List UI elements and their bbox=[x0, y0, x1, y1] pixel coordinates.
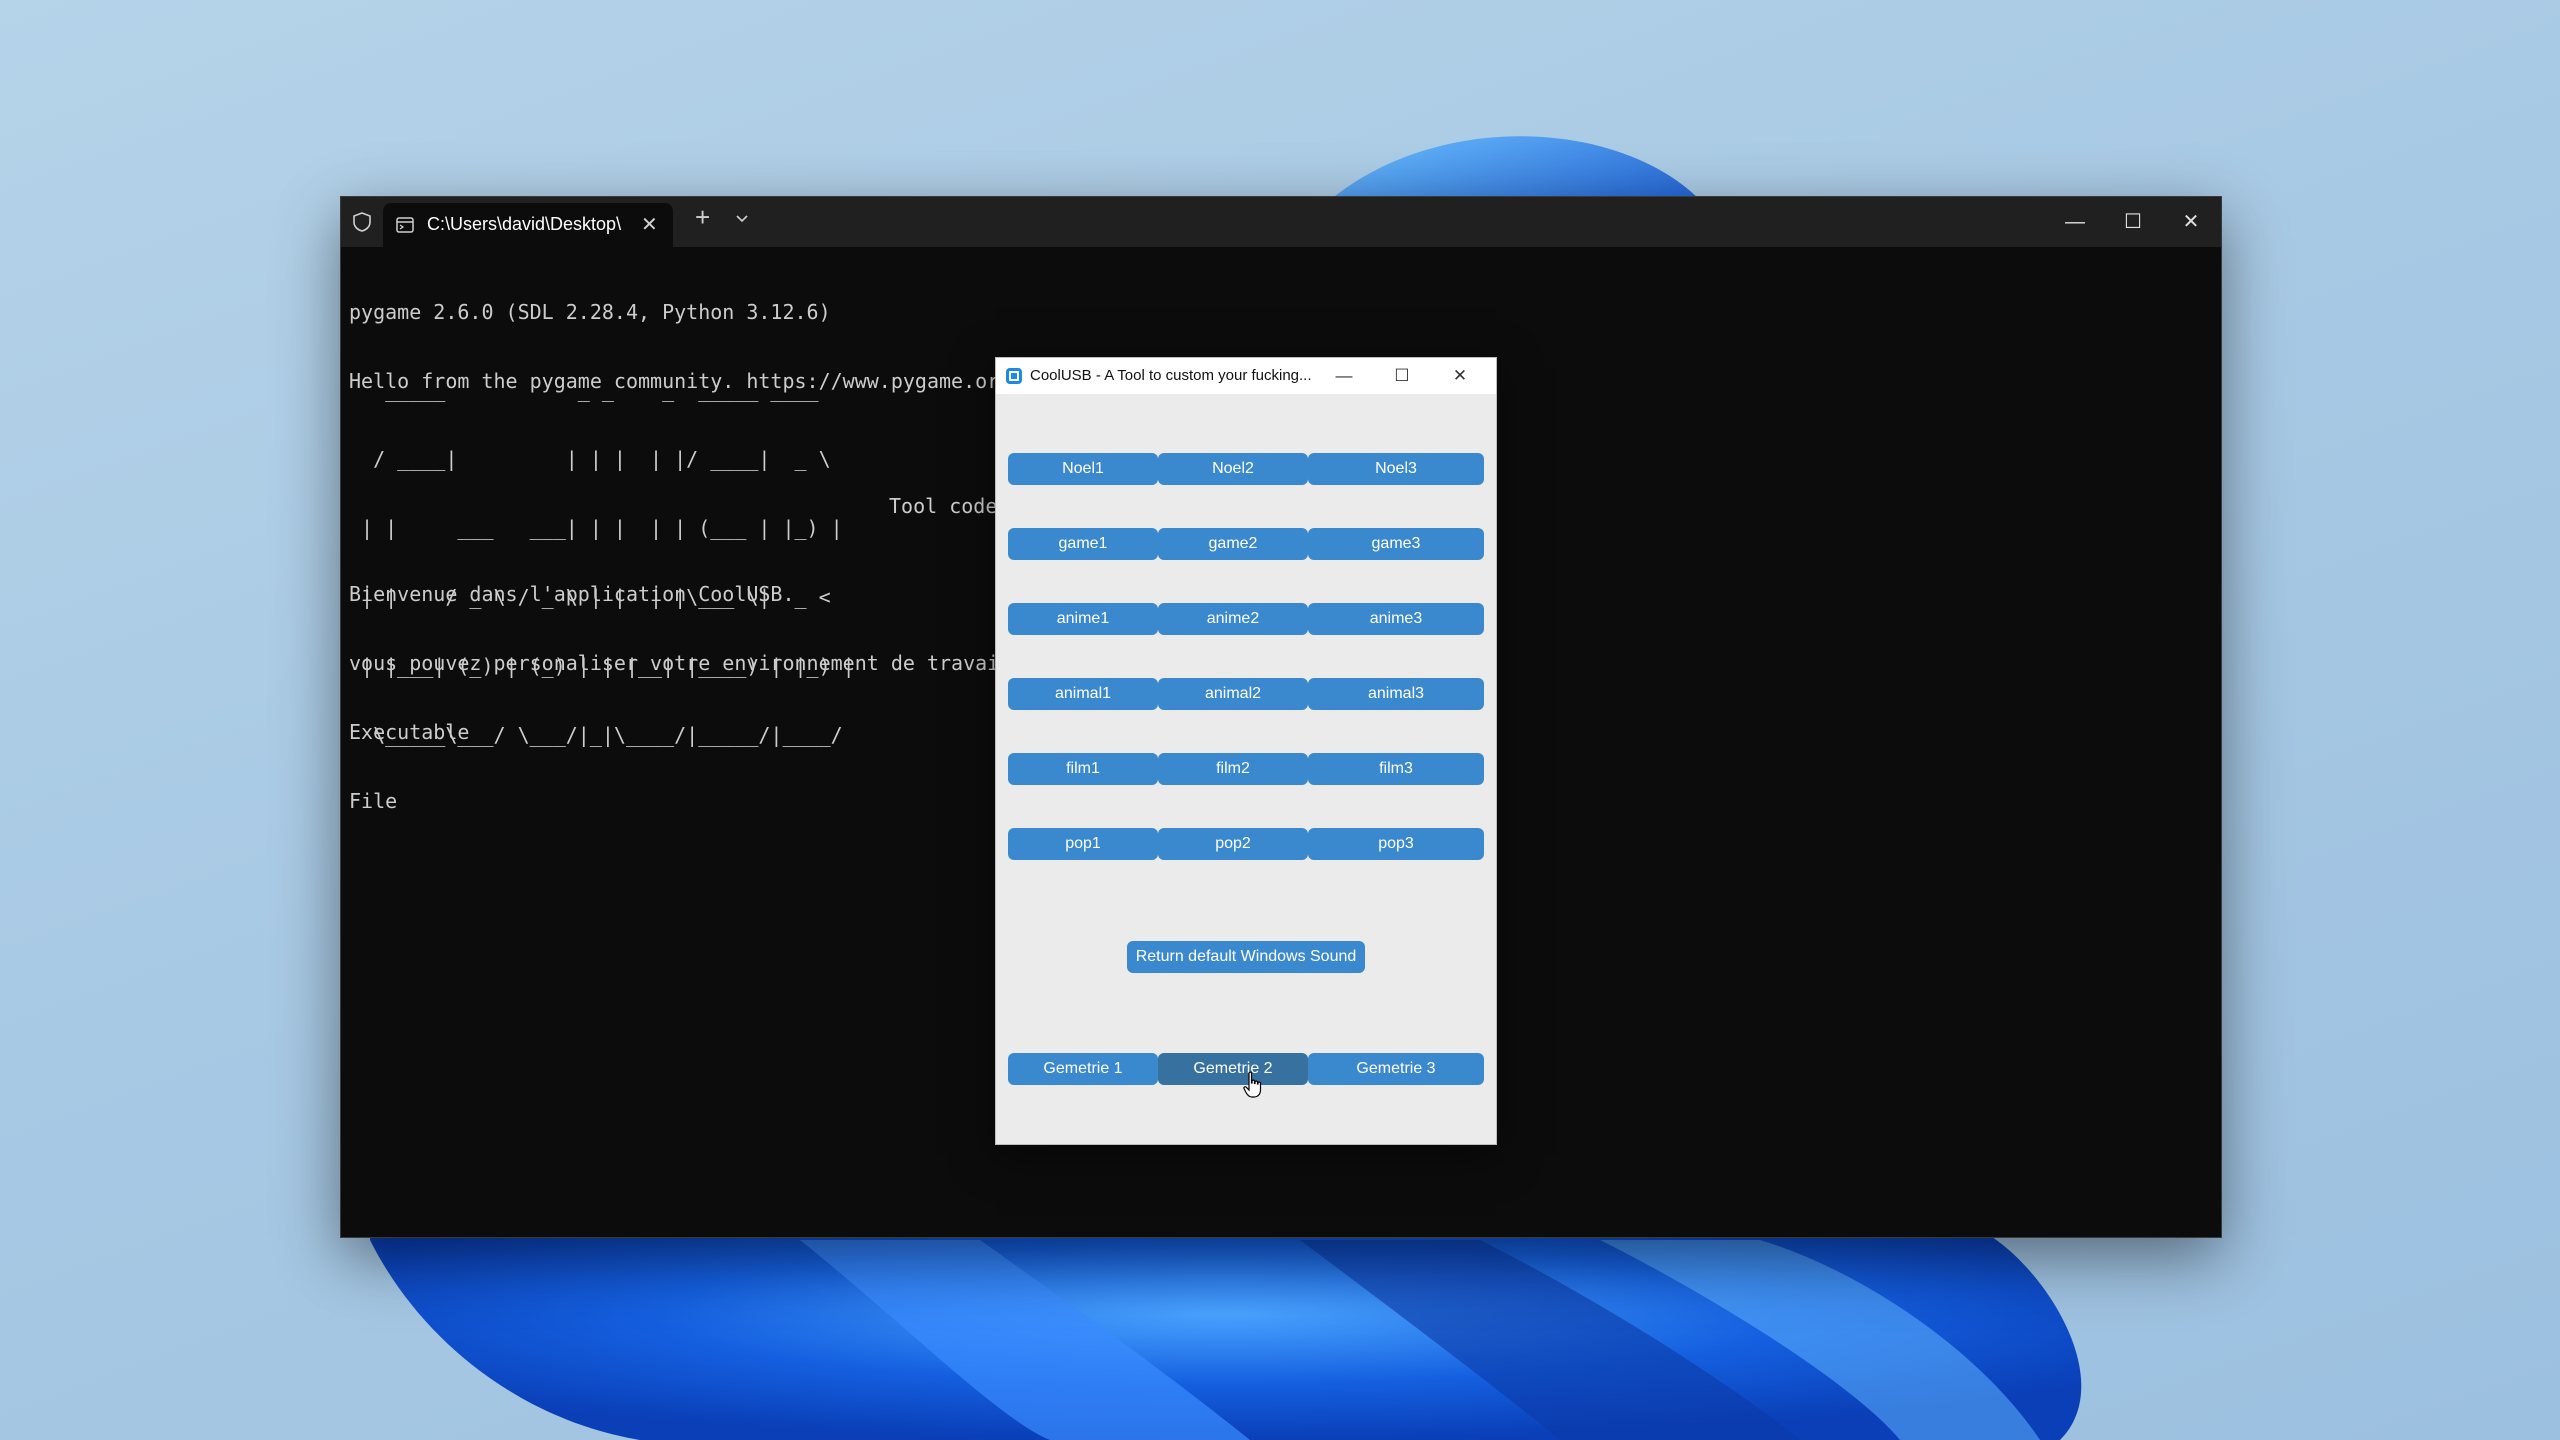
maximize-icon[interactable]: ☐ bbox=[1374, 358, 1430, 394]
film1-button[interactable]: film1 bbox=[1008, 753, 1158, 785]
ascii-line: / ____| | | | | |/ ____| _ \ bbox=[349, 447, 843, 471]
output-line: File bbox=[349, 789, 398, 813]
coolusb-window[interactable]: CoolUSB - A Tool to custom your fucking.… bbox=[995, 357, 1497, 1145]
animal3-button[interactable]: animal3 bbox=[1308, 678, 1484, 710]
terminal-titlebar[interactable]: C:\Users\david\Desktop\ ✕ + — ☐ ✕ bbox=[341, 197, 2221, 247]
maximize-icon[interactable]: ☐ bbox=[2105, 203, 2161, 241]
pop2-button[interactable]: pop2 bbox=[1158, 828, 1308, 860]
geometrie3-button[interactable]: Gemetrie 3 bbox=[1308, 1053, 1484, 1085]
output-line: vous pouvez personaliser votre environne… bbox=[349, 651, 1000, 675]
geometrie2-button[interactable]: Gemetrie 2 bbox=[1158, 1053, 1308, 1085]
close-icon[interactable]: ✕ bbox=[2163, 203, 2219, 241]
plus-icon[interactable]: + bbox=[695, 204, 710, 230]
geometrie1-button[interactable]: Gemetrie 1 bbox=[1008, 1053, 1158, 1085]
close-icon[interactable]: ✕ bbox=[1432, 358, 1488, 394]
tab-title: C:\Users\david\Desktop\ bbox=[427, 214, 622, 234]
return-default-sound-button[interactable]: Return default Windows Sound bbox=[1127, 941, 1365, 973]
chevron-down-icon[interactable] bbox=[735, 212, 749, 226]
minimize-icon[interactable]: — bbox=[1316, 358, 1372, 394]
hand-cursor-icon bbox=[1243, 1071, 1262, 1098]
output-line: pygame 2.6.0 (SDL 2.28.4, Python 3.12.6) bbox=[349, 300, 831, 324]
shield-icon[interactable] bbox=[351, 211, 373, 233]
film2-button[interactable]: film2 bbox=[1158, 753, 1308, 785]
noel2-button[interactable]: Noel2 bbox=[1158, 453, 1308, 485]
pop3-button[interactable]: pop3 bbox=[1308, 828, 1484, 860]
app-icon bbox=[1006, 368, 1022, 384]
terminal-icon bbox=[396, 217, 414, 233]
game2-button[interactable]: game2 bbox=[1158, 528, 1308, 560]
output-line: Bienvenue dans l'application CoolUSB. bbox=[349, 582, 795, 606]
game3-button[interactable]: game3 bbox=[1308, 528, 1484, 560]
tab-close-icon[interactable]: ✕ bbox=[641, 212, 658, 237]
minimize-icon[interactable]: — bbox=[2047, 203, 2103, 241]
welcome-messages: Bienvenue dans l'application CoolUSB. vo… bbox=[349, 537, 999, 859]
anime2-button[interactable]: anime2 bbox=[1158, 603, 1308, 635]
noel3-button[interactable]: Noel3 bbox=[1308, 453, 1484, 485]
tool-code-text: Tool code bbox=[889, 494, 998, 518]
film3-button[interactable]: film3 bbox=[1308, 753, 1484, 785]
anime3-button[interactable]: anime3 bbox=[1308, 603, 1484, 635]
coolusb-titlebar[interactable]: CoolUSB - A Tool to custom your fucking.… bbox=[996, 358, 1496, 394]
window-title: CoolUSB - A Tool to custom your fucking.… bbox=[1030, 367, 1312, 384]
animal2-button[interactable]: animal2 bbox=[1158, 678, 1308, 710]
animal1-button[interactable]: animal1 bbox=[1008, 678, 1158, 710]
output-line: Executable bbox=[349, 720, 470, 744]
tab-terminal[interactable]: C:\Users\david\Desktop\ ✕ bbox=[383, 203, 673, 247]
ascii-line: _____ _ _ _ _____ ____ bbox=[349, 378, 843, 402]
noel1-button[interactable]: Noel1 bbox=[1008, 453, 1158, 485]
pop1-button[interactable]: pop1 bbox=[1008, 828, 1158, 860]
game1-button[interactable]: game1 bbox=[1008, 528, 1158, 560]
anime1-button[interactable]: anime1 bbox=[1008, 603, 1158, 635]
